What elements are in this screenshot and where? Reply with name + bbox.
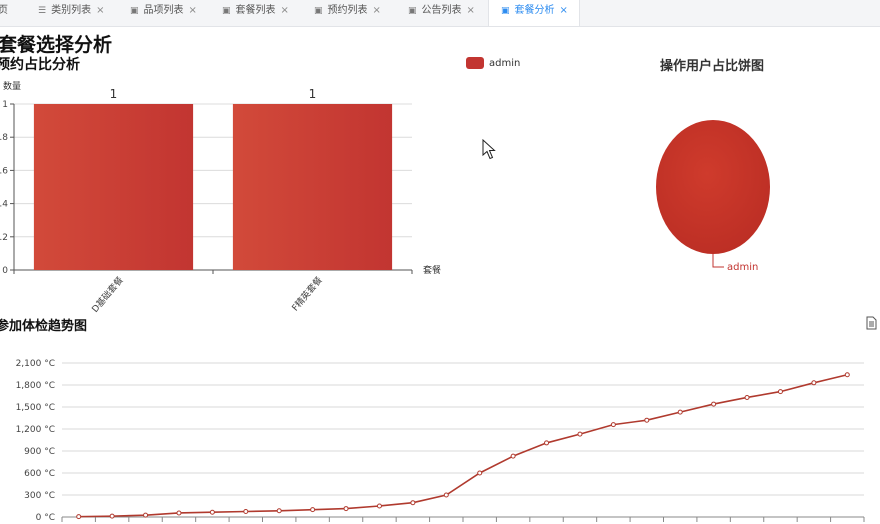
y-tick-label: .2 [0,233,8,243]
bar-data-label: 1 [110,87,118,101]
data-point [143,512,149,518]
pie-label-line [712,254,724,268]
y-tick-label: 1,200 °C [16,425,55,435]
data-point [844,372,850,378]
y-tick-label: .8 [0,133,8,143]
data-point [343,506,349,512]
x-tick-label: D基础套餐 [89,274,126,315]
data-point [376,503,382,509]
data-point [109,513,115,519]
data-point [711,401,717,407]
y-tick-label: 300 °C [24,491,55,501]
y-tick-label: 1,500 °C [16,403,55,413]
data-point [209,509,215,515]
y-axis-label: 数量 [3,80,21,92]
data-point [577,431,583,437]
y-tick-label: 0 °C [36,513,55,523]
mouse-cursor-icon [482,139,496,160]
data-point [677,409,683,415]
data-point [310,507,316,513]
data-point [777,389,783,395]
data-point [443,492,449,498]
legend-swatch [466,57,484,69]
pie-chart: admin admin [466,57,770,273]
y-tick-label: .6 [0,166,8,176]
data-point [76,514,82,520]
bar-chart: 0 .2 .4 .6 .8 1 数量套餐 1 D基础套餐 1 F精英套餐 [0,80,441,315]
pie-slice-label: admin [727,262,758,273]
data-point [510,453,516,459]
data-point [276,508,282,514]
y-tick-label: .4 [0,200,8,210]
y-tick-label: 1 [2,100,8,110]
y-tick-label: 900 °C [24,447,55,457]
legend-label: admin [489,58,520,69]
y-tick-label: 1,800 °C [16,381,55,391]
pie-slice [656,120,770,254]
charts-canvas: 0 .2 .4 .6 .8 1 数量套餐 1 D基础套餐 1 F精英套餐 admin admin 0 … [0,57,865,523]
data-point [544,440,550,446]
data-point [477,470,483,476]
data-point [610,422,616,428]
data-point [811,380,817,386]
data-point [410,500,416,506]
data-point [176,510,182,516]
x-tick-label: F精英套餐 [289,274,325,313]
data-point [644,417,650,423]
bar-data-label: 1 [309,87,317,101]
y-tick-label: 0 [2,266,8,276]
bar [33,104,194,270]
line-chart: 0 °C 300 °C 600 °C 900 °C 1,200 °C 1,500 °C 1,… [16,359,865,523]
x-axis-label: 套餐 [423,264,441,276]
data-point [744,394,750,400]
data-view-icon[interactable] [866,316,877,330]
bar [232,104,393,270]
y-tick-label: 2,100 °C [16,359,55,369]
data-point [243,509,249,514]
y-tick-label: 600 °C [24,469,55,479]
